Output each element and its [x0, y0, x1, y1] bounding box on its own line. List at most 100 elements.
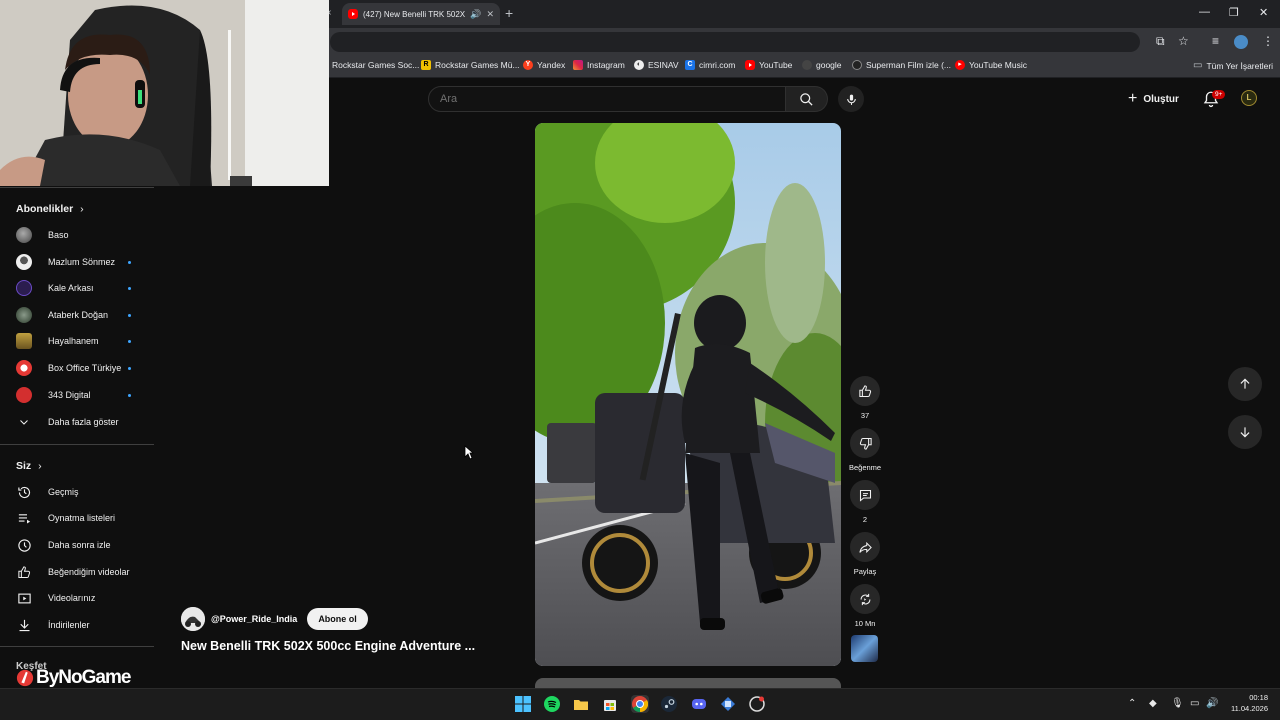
bookmark-youtube[interactable]: YouTube [745, 60, 792, 70]
sidebar-channel-box-office-turkiye[interactable]: Box Office Türkiye [0, 355, 154, 381]
address-bar[interactable] [330, 32, 1140, 52]
bookmark-google[interactable]: google [802, 60, 842, 70]
bookmark-yandex[interactable]: Y Yandex [523, 60, 565, 70]
remix-button[interactable] [850, 584, 880, 614]
channel-avatar[interactable] [181, 607, 205, 631]
channel-info: @Power_Ride_India Abone ol [181, 607, 368, 631]
next-short-button[interactable] [1228, 415, 1262, 449]
bookmark-superman[interactable]: Superman Film izle (... [852, 60, 951, 70]
comment-icon [859, 489, 871, 502]
bookmark-esinav[interactable]: ◐ ESINAV [634, 60, 679, 70]
arrow-down-icon [1240, 427, 1250, 438]
system-clock[interactable]: 00:18 11.04.2026 [1224, 692, 1268, 714]
youtube-favicon-icon [348, 9, 358, 19]
sidebar-divider [0, 444, 154, 445]
tab-close-icon[interactable]: ✕ [486, 9, 494, 20]
new-tab-button[interactable]: + [505, 5, 513, 21]
sound-thumbnail[interactable] [851, 635, 878, 662]
bynogame-logo: ByNoGame [16, 667, 131, 689]
steam-tray-icon[interactable]: ◆ [1149, 698, 1157, 709]
bookmark-star-icon[interactable]: ☆ [1178, 34, 1189, 48]
bookmark-rockstar-museum[interactable]: R Rockstar Games Mü... [421, 60, 520, 70]
chevron-right-icon: › [80, 203, 84, 215]
sidebar-channel-343-digital[interactable]: 343 Digital [0, 382, 154, 408]
bookmark-instagram[interactable]: Instagram [573, 60, 625, 70]
new-content-dot [128, 366, 131, 370]
channel-name-link[interactable]: @Power_Ride_India [211, 614, 297, 624]
comments-button[interactable] [850, 480, 880, 510]
game-launcher-icon[interactable] [719, 695, 737, 713]
browser-menu-icon[interactable]: ⋮ [1262, 34, 1274, 48]
subscribe-button[interactable]: Abone ol [307, 608, 368, 630]
volume-icon[interactable]: 🔊 [1206, 698, 1218, 709]
close-window-button[interactable]: ✕ [1259, 6, 1268, 19]
downloads-icon [16, 617, 32, 633]
bookmark-youtube-music[interactable]: ▸ YouTube Music [955, 60, 1027, 70]
dislike-button[interactable] [850, 428, 880, 458]
media-controls-icon[interactable]: ≡ [1212, 34, 1219, 48]
account-avatar[interactable]: L [1241, 90, 1257, 106]
thumbs-up-icon [858, 384, 871, 397]
network-icon[interactable]: ▭ [1190, 698, 1199, 709]
clock-time: 00:18 [1249, 693, 1268, 702]
sidebar-item-your-videos[interactable]: Videolarınız [0, 585, 154, 611]
bookmark-cimri[interactable]: Ccimri.com [685, 60, 735, 70]
all-bookmarks-folder[interactable]: ▭ Tüm Yer İşaretleri [1193, 60, 1273, 71]
spotify-icon[interactable] [543, 695, 561, 713]
sidebar-item-playlists[interactable]: Oynatma listeleri [0, 505, 154, 531]
browser-tab-active[interactable]: (427) New Benelli TRK 502X 500cc Engine … [342, 3, 500, 25]
install-app-icon[interactable]: ⧉ [1156, 34, 1165, 49]
new-content-dot [128, 313, 131, 317]
search-button[interactable] [786, 86, 828, 112]
you-heading[interactable]: Siz › [16, 460, 42, 472]
remix-icon [860, 593, 870, 605]
sidebar-item-history[interactable]: Geçmiş [0, 479, 154, 505]
create-button[interactable]: + Oluştur [1128, 89, 1179, 109]
file-explorer-icon[interactable] [572, 695, 590, 713]
show-more-button[interactable]: Daha fazla göster [0, 409, 154, 435]
minimize-button[interactable]: — [1199, 6, 1210, 18]
channel-avatar [16, 360, 32, 376]
subscriptions-heading[interactable]: Abonelikler › [16, 203, 84, 215]
like-button[interactable] [850, 376, 880, 406]
remix-action[interactable]: 10 Mn [849, 584, 881, 628]
sidebar-channel-hayalhanem[interactable]: Hayalhanem [0, 328, 154, 354]
sidebar-channel-mazlum-sonmez[interactable]: Mazlum Sönmez [0, 249, 154, 275]
chrome-icon[interactable] [631, 695, 649, 713]
steam-icon[interactable] [660, 695, 678, 713]
profile-avatar-icon[interactable] [1234, 35, 1248, 49]
share-action[interactable]: Paylaş [849, 532, 881, 576]
mouse-cursor-icon [464, 445, 474, 460]
sidebar-channel-baso[interactable]: Baso [0, 222, 154, 248]
video-frame-motorcycle-rider [535, 123, 841, 666]
sidebar-item-watch-later[interactable]: Daha sonra izle [0, 532, 154, 558]
bookmark-rockstar-social[interactable]: Rockstar Games Soc... [332, 60, 419, 70]
like-action[interactable]: 37 [849, 376, 881, 420]
sidebar-channel-kale-arkasi[interactable]: Kale Arkası [0, 275, 154, 301]
instagram-icon [573, 60, 583, 70]
video-title[interactable]: New Benelli TRK 502X 500cc Engine Advent… [181, 639, 475, 653]
search-input[interactable]: Ara [428, 86, 786, 112]
tray-overflow-icon[interactable]: ⌃ [1128, 698, 1136, 709]
sidebar-channel-ataberk-dogan[interactable]: Ataberk Doğan [0, 302, 154, 328]
windows-start-icon[interactable] [514, 695, 532, 713]
comments-action[interactable]: 2 [849, 480, 881, 524]
sidebar-item-downloads[interactable]: İndirilenler [0, 612, 154, 638]
previous-short-button[interactable] [1228, 367, 1262, 401]
channel-avatar [16, 333, 32, 349]
share-button[interactable] [850, 532, 880, 562]
new-content-dot [128, 393, 131, 397]
sidebar-item-liked-videos[interactable]: Beğendiğim videolar [0, 559, 154, 585]
chevron-down-icon [16, 414, 32, 430]
dislike-action[interactable]: Beğenme [849, 428, 881, 472]
voice-search-button[interactable] [838, 86, 864, 112]
shorts-video-player[interactable] [535, 123, 841, 666]
maximize-button[interactable]: ❐ [1229, 6, 1239, 19]
tab-audio-icon[interactable]: 🔊 [470, 9, 481, 20]
app-icon[interactable] [748, 695, 766, 713]
discord-icon[interactable] [690, 695, 708, 713]
microphone-tray-icon[interactable]: 🎙 [1171, 698, 1184, 709]
store-icon[interactable] [601, 695, 619, 713]
channel-avatar [16, 307, 32, 323]
webcam-overlay [0, 0, 329, 186]
